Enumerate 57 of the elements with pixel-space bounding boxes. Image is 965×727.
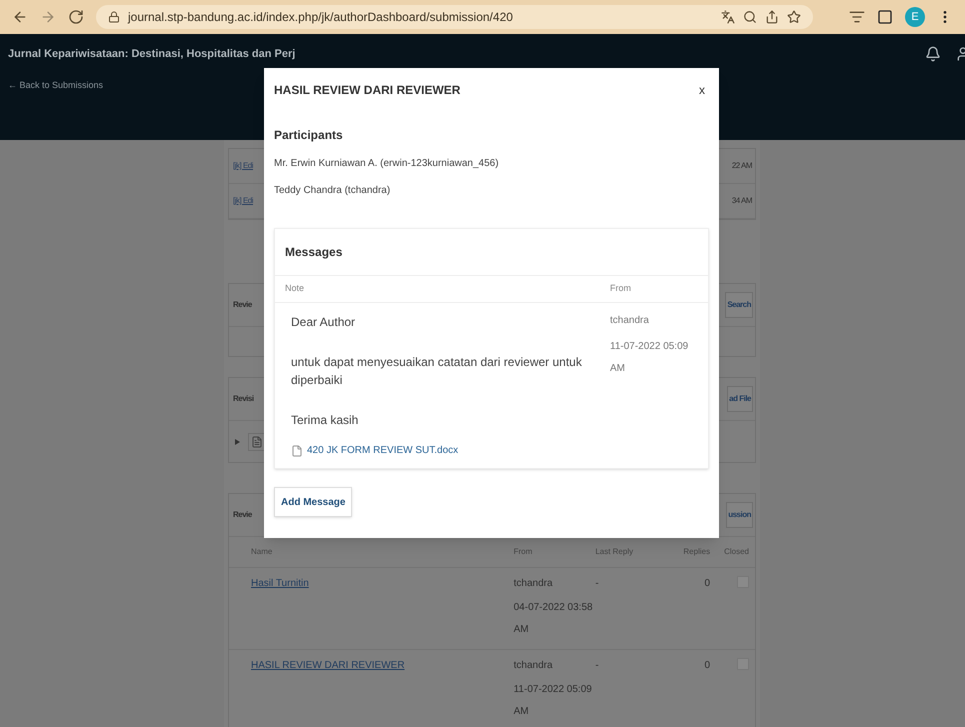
last-reply-cell-text: -	[595, 659, 600, 673]
zoom-icon[interactable]	[743, 10, 757, 24]
date-cell-text: 04-07-2022 03:58 AM	[514, 601, 594, 637]
column-header: Replies	[682, 546, 710, 558]
participant-name: Teddy Chandra (tchandra)	[274, 184, 392, 198]
star-icon[interactable]	[787, 10, 801, 24]
translate-icon[interactable]	[721, 10, 735, 24]
panel-button[interactable]: ussion	[726, 502, 753, 528]
back-icon[interactable]	[12, 9, 28, 25]
share-icon[interactable]	[765, 10, 779, 24]
column-header: Last Reply	[595, 546, 634, 558]
file-link[interactable]: [jk] Edi	[233, 160, 254, 172]
column-header: From	[514, 546, 534, 558]
panel-title: Revie	[233, 509, 252, 521]
panel-button[interactable]: ad File	[727, 386, 753, 412]
participants-heading: Participants	[274, 127, 344, 144]
file-date: 22 AM	[732, 160, 752, 172]
url-text: journal.stp-bandung.ac.id/index.php/jk/authorDashboard/submission/420	[128, 9, 513, 26]
panel-button[interactable]: Search	[725, 292, 753, 318]
modal-title: HASIL REVIEW DARI REVIEWER	[274, 82, 460, 99]
close-button[interactable]: x	[695, 81, 709, 99]
column-header: Closed	[723, 546, 749, 558]
journal-title: Jurnal Kepariwisataan: Destinasi, Hospitalitas dan Perj	[8, 47, 296, 62]
discussion-link[interactable]: HASIL REVIEW DARI REVIEWER	[251, 660, 405, 671]
message-paragraph: untuk dapat menyesuaikan catatan dari reviewer untuk diperbaiki	[291, 354, 583, 389]
expand-icon[interactable]	[235, 438, 240, 444]
attachment-link[interactable]: 420 JK FORM REVIEW SUT.docx	[307, 443, 458, 458]
notification-icon[interactable]	[925, 46, 941, 62]
reload-icon[interactable]	[68, 9, 84, 25]
from-cell-text: tchandra	[514, 659, 554, 673]
add-message-button[interactable]: Add Message	[274, 487, 352, 517]
file-date: 34 AM	[732, 195, 752, 207]
message-date: 11-07-2022 05:09 AM	[610, 340, 690, 376]
participant-name: Mr. Erwin Kurniawan A. (erwin-123kurniawan_456)	[274, 157, 500, 171]
column-header: From	[610, 282, 632, 296]
panel-title: Revisi	[233, 393, 254, 405]
file-icon	[251, 436, 263, 448]
date-cell-text: 11-07-2022 05:09 AM	[514, 683, 593, 719]
document-icon	[291, 444, 303, 456]
message-author: tchandra	[610, 314, 650, 328]
profile-avatar[interactable]: E	[905, 7, 925, 27]
column-header: Note	[285, 282, 306, 296]
panel-title: Revie	[233, 299, 252, 311]
replies-cell-text: 0	[704, 577, 710, 591]
lock-icon	[108, 11, 120, 23]
last-reply-cell-text: -	[595, 577, 600, 591]
messages-heading: Messages	[284, 244, 344, 261]
from-cell-text: tchandra	[514, 577, 554, 591]
message-paragraph: Terima kasih	[291, 412, 360, 429]
side-panel-icon[interactable]	[877, 9, 893, 25]
column-header: Name	[251, 546, 274, 558]
file-link[interactable]: [jk] Edi	[233, 195, 254, 207]
discussion-link[interactable]: Hasil Turnitin	[251, 578, 309, 589]
back-to-submissions-link[interactable]: ← Back to Submissions	[8, 78, 104, 92]
replies-cell-text: 0	[704, 659, 710, 673]
address-bar[interactable]: journal.stp-bandung.ac.id/index.php/jk/authorDashboard/submission/420	[96, 5, 813, 29]
message-paragraph: Dear Author	[291, 314, 356, 331]
